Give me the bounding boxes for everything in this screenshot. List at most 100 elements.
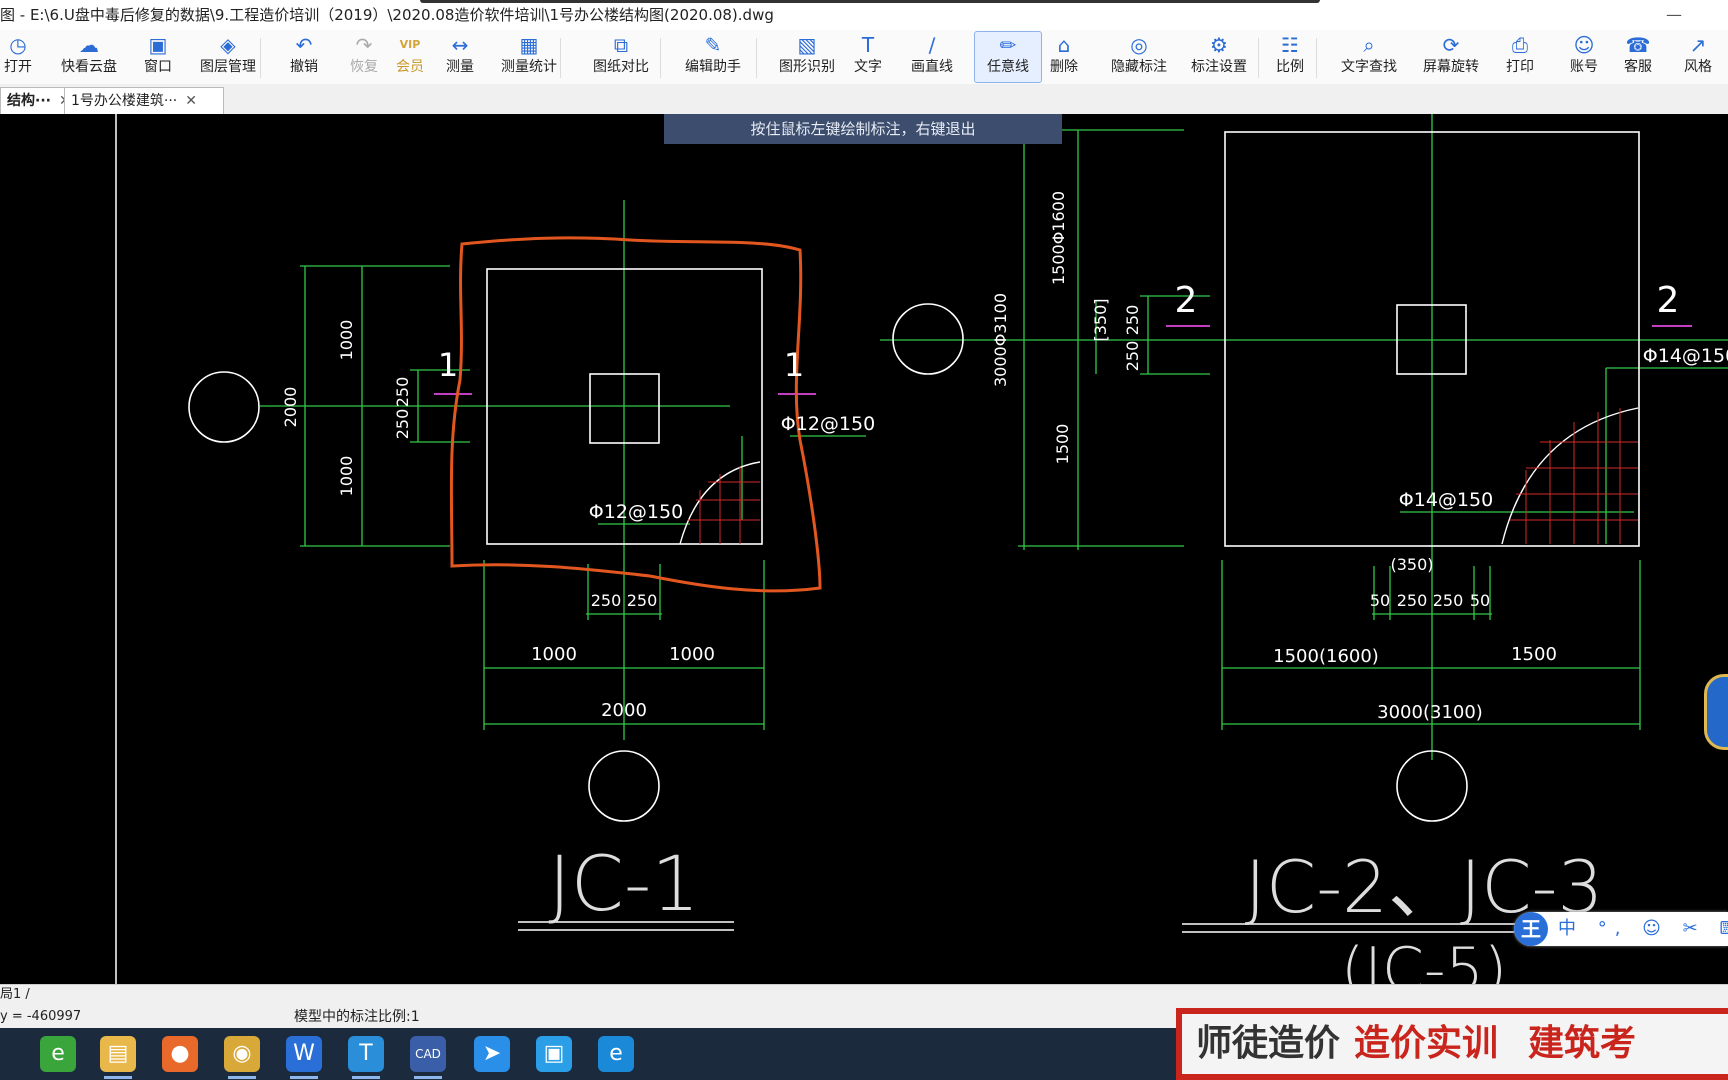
eraser-icon: ⌂ — [1057, 33, 1071, 57]
drawing-canvas[interactable]: 2000 1000 1000 250 250 1 1 Φ12@150 Φ12@1… — [0, 114, 1728, 984]
edge-icon[interactable]: e — [598, 1036, 634, 1072]
jc1-rebar-quadrant — [679, 461, 761, 545]
toolbar-annotation-settings-button[interactable]: ⚙ 标注设置 — [1186, 32, 1252, 82]
jc2-subtitle: (JC-5) — [1341, 935, 1507, 984]
top-drag-strip — [420, 0, 1320, 3]
toolbar-label: 标注设置 — [1191, 59, 1247, 75]
jc1-outline — [188, 268, 763, 931]
toolbar-layers-button[interactable]: ◈ 图层管理 — [196, 32, 260, 82]
headset-icon: ☎ — [1625, 33, 1651, 57]
jc2-dim-left-bottom: 1500 — [1053, 424, 1072, 465]
toolbar-scale-button[interactable]: ☷ 比例 — [1272, 32, 1308, 82]
toolbar-hide-annotation-button[interactable]: ◎ 隐藏标注 — [1106, 32, 1172, 82]
tab-architecture-drawing[interactable]: 1号办公楼建筑··· ✕ — [64, 87, 224, 114]
ie-browser-icon[interactable]: e — [40, 1036, 76, 1072]
edit-assistant-icon: ✎ — [704, 33, 722, 57]
redo-icon: ↷ — [355, 33, 373, 57]
toolbar-label: 编辑助手 — [685, 59, 741, 75]
jc2-rebar-right: Φ14@150 — [1643, 345, 1728, 367]
jc2-rebar-inner: Φ14@150 — [1399, 489, 1493, 511]
jc1-dim-bot-1000b: 1000 — [669, 644, 715, 665]
jc1-section-left: 1 — [438, 346, 458, 384]
text-search-icon: ⌕ — [1363, 33, 1375, 57]
toolbar-text-button[interactable]: T 文字 — [850, 32, 886, 82]
toolbar-separator — [560, 38, 561, 78]
toolbar-separator — [1316, 38, 1317, 78]
toolbar-redo-button[interactable]: ↷ 恢复 — [346, 32, 382, 82]
cad-drawing[interactable]: 2000 1000 1000 250 250 1 1 Φ12@150 Φ12@1… — [0, 114, 1728, 984]
jc1-dim-left-total: 2000 — [281, 387, 300, 428]
toolbar-label: 屏幕旋转 — [1423, 59, 1479, 75]
toolbar-shape-recognize-button[interactable]: ▧ 图形识别 — [774, 32, 840, 82]
freehand-markup — [449, 236, 822, 593]
ime-toolbar-items[interactable]: 中 °, ☺ ✂ ⌨ ☰ — [1558, 912, 1728, 946]
toolbar-account-button[interactable]: ☺ 账号 — [1566, 32, 1602, 82]
toolbar-edit-assistant-button[interactable]: ✎ 编辑助手 — [680, 32, 746, 82]
jc2-dim-left-top: 1500Φ1600 — [1049, 191, 1068, 285]
jc2-dim-col-250a: 250 — [1123, 305, 1142, 336]
toolbar-separator — [260, 38, 261, 78]
scale-icon: ☷ — [1281, 33, 1299, 57]
draw-hint-banner: 按住鼠标左键绘制标注，右键退出 — [664, 114, 1062, 144]
jc2-outline — [892, 131, 1640, 933]
cad-app-icon[interactable]: CAD — [410, 1036, 446, 1079]
toolbar-separator — [1258, 38, 1259, 78]
firefox-icon[interactable]: ● — [162, 1036, 198, 1072]
toolbar-clock-open-button[interactable]: ◷ 打开 — [0, 32, 36, 82]
toolbar-freehand-button[interactable]: ✏ 任意线 — [974, 31, 1042, 83]
title-bar: 图 - E:\6.U盘中毒后修复的数据\9.工程造价培训（2019）\2020.… — [0, 0, 1728, 30]
file-explorer-icon[interactable]: ▤ — [100, 1036, 136, 1079]
toolbar-label: 隐藏标注 — [1111, 59, 1167, 75]
toolbar-eraser-button[interactable]: ⌂ 删除 — [1046, 32, 1082, 82]
measure-stats-icon: ▦ — [519, 33, 539, 57]
jc2-section-right: 2 — [1657, 280, 1680, 321]
wps-icon[interactable]: W — [286, 1036, 322, 1079]
layout-tab[interactable]: 局1 / — [0, 985, 30, 1005]
toolbar-headset-button[interactable]: ☎ 客服 — [1620, 32, 1656, 82]
banner-brand: 师徒造价 — [1196, 1023, 1341, 1064]
cloud-icon: ☁ — [79, 33, 99, 57]
layers-icon: ◈ — [220, 33, 236, 57]
toolbar-vip-button[interactable]: VIP 会员 — [392, 32, 428, 82]
toolbar-measure-button[interactable]: ↔ 测量 — [440, 32, 480, 82]
toolbar-label: 打印 — [1506, 59, 1534, 75]
toolbar-window-button[interactable]: ▣ 窗口 — [140, 32, 176, 82]
calendar-app-icon[interactable]: ▣ — [536, 1036, 572, 1072]
close-icon[interactable]: ✕ — [185, 93, 197, 109]
toolbar-label: 画直线 — [911, 59, 953, 75]
toolbar-cloud-button[interactable]: ☁ 快看云盘 — [58, 32, 120, 82]
compare-icon: ⧉ — [613, 33, 629, 57]
toolbar-label: 文字查找 — [1341, 59, 1397, 75]
jc1-rebar-right: Φ12@150 — [781, 413, 875, 435]
jc2-dim-50a: 50 — [1370, 591, 1390, 610]
toolbar-line-button[interactable]: ∕ 画直线 — [910, 32, 954, 82]
toolbar-label: 图纸对比 — [593, 59, 649, 75]
account-icon: ☺ — [1573, 33, 1595, 57]
ime-logo-icon[interactable]: 王 — [1514, 912, 1548, 946]
chrome-icon[interactable]: ◉ — [224, 1036, 260, 1079]
minimize-button[interactable]: — — [1666, 0, 1682, 30]
jc1-dim-col-250a: 250 — [393, 377, 412, 408]
line-icon: ∕ — [928, 33, 936, 57]
annotation-scale: 模型中的标注比例:1 — [294, 1009, 420, 1025]
toolbar-rotate-screen-button[interactable]: ⟳ 屏幕旋转 — [1418, 32, 1484, 82]
jc2-dim-250b: 250 — [1433, 591, 1464, 610]
floating-assistant-button[interactable] — [1704, 674, 1728, 750]
toolbar-compare-button[interactable]: ⧉ 图纸对比 — [588, 32, 654, 82]
text-app-icon[interactable]: T — [348, 1036, 384, 1079]
toolbar-undo-button[interactable]: ↶ 撤销 — [286, 32, 322, 82]
toolbar-label: 风格 — [1684, 59, 1712, 75]
jc1-dim-left-bottom: 1000 — [337, 456, 356, 497]
tab-structure-drawing[interactable]: 结构···✕ — [0, 87, 71, 114]
main-toolbar: ◷ 打开 ☁ 快看云盘 ▣ 窗口 ◈ 图层管理 ↶ 撤销 ↷ 恢复 VIP 会员 ↔ 测量 ▦ 测量统计 ⧉ 图纸对比… — [0, 30, 1728, 85]
ime-toolbar[interactable]: 王 中 °, ☺ ✂ ⌨ ☰ — [1514, 912, 1728, 946]
measure-icon: ↔ — [451, 33, 469, 57]
jc1-dim-bot-250b: 250 — [627, 591, 658, 610]
style-icon: ↗ — [1689, 33, 1707, 57]
toolbar-measure-stats-button[interactable]: ▦ 测量统计 — [496, 32, 562, 82]
feishu-icon[interactable]: ➤ — [474, 1036, 510, 1072]
toolbar-label: 任意线 — [987, 59, 1029, 75]
toolbar-print-button[interactable]: ⎙ 打印 — [1502, 32, 1538, 82]
toolbar-style-button[interactable]: ↗ 风格 — [1680, 32, 1716, 82]
toolbar-text-search-button[interactable]: ⌕ 文字查找 — [1336, 32, 1402, 82]
